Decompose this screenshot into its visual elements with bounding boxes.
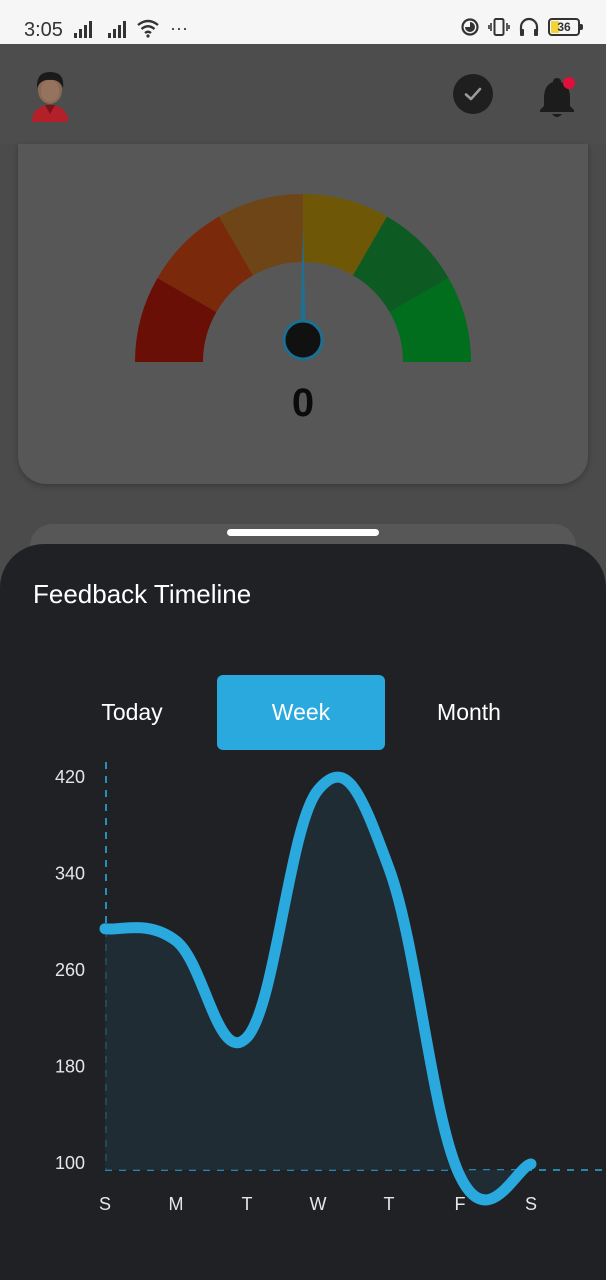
tab-label: Week <box>271 699 331 725</box>
y-tick-label: 100 <box>55 1153 85 1173</box>
x-tick-label: T <box>384 1194 395 1214</box>
feedback-timeline-sheet: Feedback Timeline Today Week Month 100 18… <box>0 544 606 1280</box>
feedback-line-chart: 100 180 260 340 420 S M T W T F S <box>55 762 606 1214</box>
battery-level: 36 <box>557 20 571 34</box>
x-tick-label: T <box>242 1194 253 1214</box>
tab-week[interactable]: Week <box>217 675 385 750</box>
bell-icon[interactable] <box>536 74 578 118</box>
y-tick-label: 420 <box>55 767 85 787</box>
x-tick-label: S <box>99 1194 111 1214</box>
signal-icon <box>74 20 92 38</box>
vibrate-icon <box>488 18 510 36</box>
tab-month[interactable]: Month <box>385 675 553 750</box>
x-tick-label: M <box>169 1194 184 1214</box>
x-tick-label: S <box>525 1194 537 1214</box>
y-tick-label: 260 <box>55 960 85 980</box>
status-time: 3:05 <box>24 19 63 41</box>
check-button[interactable] <box>453 74 493 114</box>
wifi-icon <box>137 19 159 38</box>
signal-icon <box>108 20 126 38</box>
user-avatar-icon[interactable] <box>28 68 72 122</box>
sheet-drag-handle[interactable] <box>227 529 379 536</box>
gauge-hub <box>282 319 324 361</box>
tab-label: Today <box>101 699 163 725</box>
app-bar <box>0 44 606 144</box>
gauge-card: 0 <box>18 144 588 484</box>
tab-today[interactable]: Today <box>48 675 216 750</box>
tab-label: Month <box>437 699 501 725</box>
period-tabs: Today Week Month <box>48 675 554 750</box>
check-icon <box>464 87 482 101</box>
notification-dot <box>563 77 575 89</box>
sheet-title: Feedback Timeline <box>33 579 252 609</box>
data-saver-icon <box>461 18 479 36</box>
gauge-value: 0 <box>291 381 315 425</box>
y-tick-label: 180 <box>55 1057 85 1077</box>
more-notifications-icon: ··· <box>170 18 188 38</box>
series-area <box>105 777 531 1200</box>
battery-indicator: 36 <box>548 18 583 36</box>
y-tick-label: 340 <box>55 864 85 884</box>
status-bar: 3:05 ··· 36 <box>0 0 606 44</box>
x-tick-label: W <box>310 1194 327 1214</box>
x-tick-label: F <box>455 1194 466 1214</box>
headphones-icon <box>519 17 539 36</box>
